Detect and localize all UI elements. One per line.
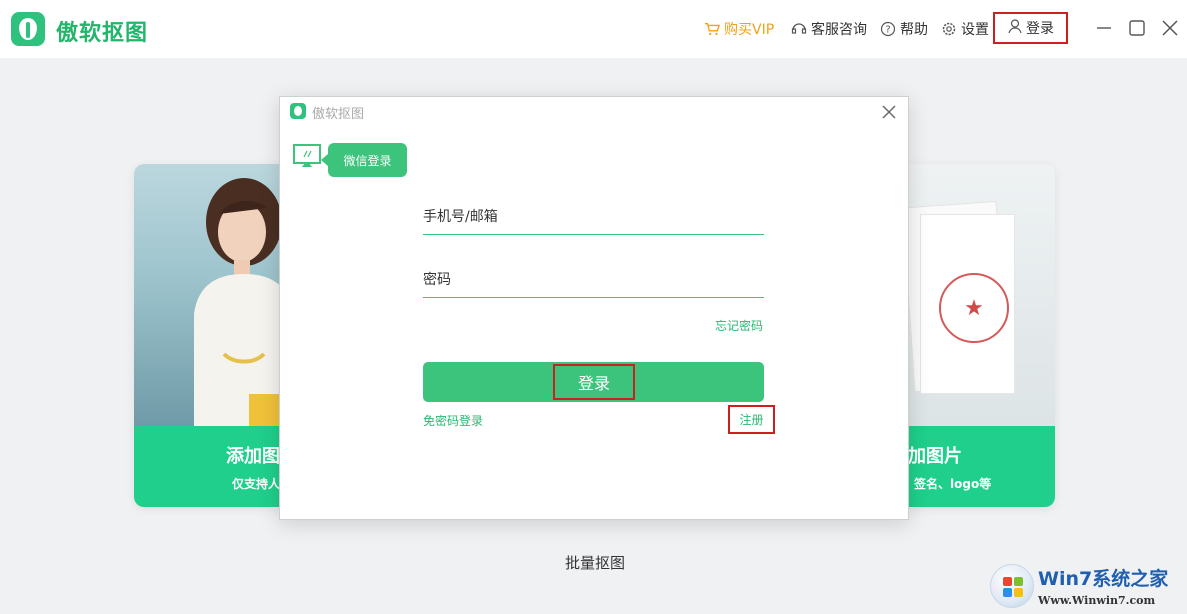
login-dialog: 傲软抠图 微信登录 手机号/邮箱 密码 忘记密码 登录 免密码登录 注册 [279,96,909,520]
app-name: 傲软抠图 [56,21,149,46]
minimize-button[interactable] [1094,18,1114,38]
title-bar: 傲软抠图 购买VIP 客服咨询 ? 帮助 设置 登录 [0,0,1187,58]
svg-text:?: ? [885,25,890,36]
login-label-top: 登录 [1026,21,1054,37]
batch-cutout-link[interactable]: 批量抠图 [565,552,625,573]
cart-icon [704,21,720,37]
support-label: 客服咨询 [811,22,867,38]
help-label: 帮助 [900,22,928,38]
close-icon [882,105,896,119]
support-button[interactable]: 客服咨询 [791,19,867,39]
headset-icon [791,21,807,37]
password-input[interactable]: 密码 [423,258,764,298]
login-submit-label: 登录 [553,364,635,400]
buy-vip-button[interactable]: 购买VIP [704,19,774,39]
seal-card-title: 加图片 [908,446,962,467]
register-link[interactable]: 注册 [728,405,775,434]
seal-sample-image: ★ [890,164,1055,426]
dialog-title: 傲软抠图 [312,107,365,122]
watermark: Win7系统之家 Www.Winwin7.com [988,560,1183,612]
close-button[interactable] [1160,18,1180,38]
windows-logo-icon [990,564,1034,608]
close-icon [1162,20,1178,36]
person-illustration [194,178,294,426]
maximize-button[interactable] [1127,18,1147,38]
document-front-illustration: ★ [920,214,1015,394]
wechat-login-tab[interactable]: 微信登录 [321,143,407,177]
settings-label: 设置 [961,22,989,38]
user-icon [1007,18,1023,38]
dialog-close-button[interactable] [880,103,898,121]
login-button-top[interactable]: 登录 [993,12,1068,44]
seal-card-band: 加图片 签名、logo等 [890,426,1055,507]
help-icon: ? [880,21,896,37]
portrait-card-subtitle: 仅支持人 [232,477,281,491]
seal-cutout-card[interactable]: ★ 加图片 签名、logo等 [890,164,1055,507]
minimize-icon [1097,27,1111,29]
dialog-logo-icon [290,103,306,119]
maximize-icon [1129,20,1145,36]
app-logo-icon [11,12,45,46]
help-button[interactable]: ? 帮助 [880,19,928,39]
forgot-password-link[interactable]: 忘记密码 [715,317,763,334]
gear-icon [941,21,957,37]
phone-email-input[interactable]: 手机号/邮箱 [423,195,764,235]
seal-stamp-icon: ★ [939,273,1009,343]
seal-card-subtitle: 签名、logo等 [914,477,992,491]
watermark-url: Www.Winwin7.com [1038,594,1156,607]
portrait-card-title: 添加图 [226,446,280,467]
buy-vip-label: 购买VIP [724,22,775,38]
login-submit-button[interactable]: 登录 [423,362,764,402]
passwordless-login-link[interactable]: 免密码登录 [423,412,483,429]
watermark-title: Win7系统之家 [1038,568,1169,590]
settings-button[interactable]: 设置 [941,19,989,39]
